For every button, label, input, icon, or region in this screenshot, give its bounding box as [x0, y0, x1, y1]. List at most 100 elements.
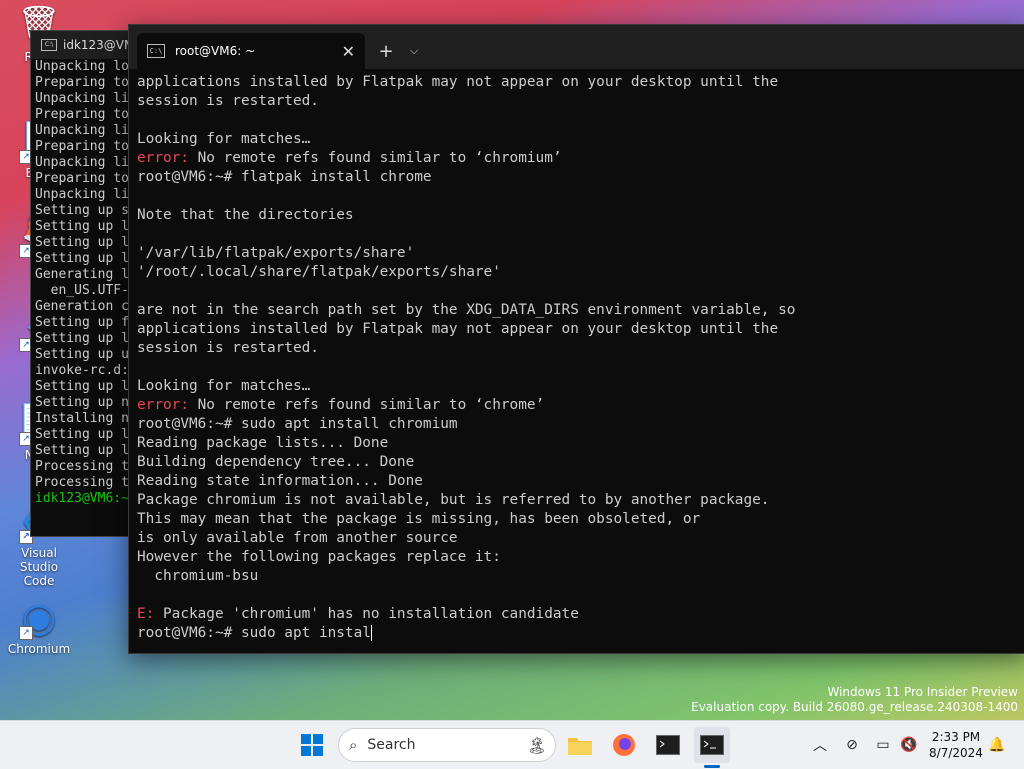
- terminal-line: session is restarted.: [137, 339, 1024, 358]
- terminal-line-text: is only available from another source: [137, 530, 458, 546]
- notification-button[interactable]: 🔔: [986, 727, 1008, 763]
- terminal-line-text: [137, 112, 146, 128]
- watermark-line-2: Evaluation copy. Build 26080.ge_release.…: [691, 700, 1018, 714]
- terminal-line: This may mean that the package is missin…: [137, 510, 1024, 529]
- folder-icon: [568, 738, 592, 755]
- terminal-line: Note that the directories: [137, 206, 1024, 225]
- terminal-line: Package chromium is not available, but i…: [137, 491, 1024, 510]
- terminal-line: root@VM6:~# flatpak install chrome: [137, 168, 1024, 187]
- taskbar-search-box[interactable]: ⌕ Search 🏝: [338, 728, 556, 762]
- shortcut-arrow-icon: ↗: [19, 626, 33, 640]
- terminal-line: is only available from another source: [137, 529, 1024, 548]
- firefox-icon: [613, 734, 635, 756]
- terminal-line-text: [137, 587, 146, 603]
- terminal-line: However the following packages replace i…: [137, 548, 1024, 567]
- desktop-icon-label: Visual Studio Code: [19, 546, 59, 588]
- terminal-line-text: No remote refs found similar to ‘chrome’: [188, 397, 545, 413]
- terminal-line-text: Looking for matches…: [137, 131, 311, 147]
- terminal-line-text: Reading package lists... Done: [137, 435, 389, 451]
- terminal-line: [137, 225, 1024, 244]
- tab-dropdown-button[interactable]: ⌵: [403, 33, 425, 69]
- windows-watermark: Windows 11 Pro Insider Preview Evaluatio…: [691, 685, 1018, 715]
- terminal-line-text: chromium-bsu: [137, 568, 259, 584]
- error-prefix: error:: [137, 150, 189, 166]
- new-tab-button[interactable]: +: [369, 33, 403, 69]
- terminal-line: Building dependency tree... Done: [137, 453, 1024, 472]
- volume-muted-icon: 🔇: [900, 737, 918, 753]
- terminal-icon: [656, 735, 680, 755]
- terminal-line-text: [137, 188, 146, 204]
- terminal-output[interactable]: applications installed by Flatpak may no…: [129, 69, 1024, 643]
- taskbar-firefox[interactable]: [606, 727, 642, 763]
- terminal-line: Looking for matches…: [137, 377, 1024, 396]
- terminal-line: root@VM6:~# sudo apt install chromium: [137, 415, 1024, 434]
- terminal-line: [137, 586, 1024, 605]
- terminal-line: [137, 358, 1024, 377]
- terminal-line-text: Building dependency tree... Done: [137, 454, 415, 470]
- terminal-line-text: root@VM6:~# sudo apt install chromium: [137, 416, 458, 432]
- terminal-line-text: applications installed by Flatpak may no…: [137, 321, 779, 337]
- network-icon: ▭: [876, 737, 890, 753]
- terminal-line-text: [137, 283, 146, 299]
- terminal-line-text: session is restarted.: [137, 93, 319, 109]
- terminal-line-text: However the following packages replace i…: [137, 549, 501, 565]
- terminal-line: error: No remote refs found similar to ‘…: [137, 396, 1024, 415]
- text-cursor: [370, 625, 372, 641]
- terminal-line-text: applications installed by Flatpak may no…: [137, 74, 779, 90]
- windows-logo-icon: [301, 734, 323, 756]
- terminal-line-text: session is restarted.: [137, 340, 319, 356]
- search-icon: ⌕: [349, 736, 358, 754]
- error-prefix: error:: [137, 397, 189, 413]
- terminal-line: Reading package lists... Done: [137, 434, 1024, 453]
- tray-network[interactable]: ▭: [872, 727, 894, 763]
- terminal-line: are not in the search path set by the XD…: [137, 301, 1024, 320]
- desktop-icon-label: Chromium: [7, 642, 71, 656]
- terminal-line: applications installed by Flatpak may no…: [137, 320, 1024, 339]
- terminal-icon: [700, 735, 724, 755]
- watermark-line-1: Windows 11 Pro Insider Preview: [827, 685, 1018, 699]
- chromium-icon: ◉ ↗: [17, 596, 61, 640]
- terminal-line-text: This may mean that the package is missin…: [137, 511, 701, 527]
- clock-date: 8/7/2024: [929, 746, 983, 760]
- terminal-line: [137, 187, 1024, 206]
- terminal-line: [137, 111, 1024, 130]
- error-prefix: E:: [137, 606, 155, 622]
- search-highlight-icon: 🏝: [526, 735, 547, 755]
- terminal-line-text: No remote refs found similar to ‘chromiu…: [188, 150, 562, 166]
- taskbar-terminal-1[interactable]: [650, 727, 686, 763]
- terminal-line: applications installed by Flatpak may no…: [137, 73, 1024, 92]
- terminal-line-text: '/root/.local/share/flatpak/exports/shar…: [137, 264, 501, 280]
- tab-root-vm6[interactable]: C:\ root@VM6: ~ ✕: [137, 33, 365, 69]
- terminal-line-text: Note that the directories: [137, 207, 354, 223]
- taskbar: ⌕ Search 🏝 ︿ ⊘ ▭ 🔇 2:33 PM 8/7/2024 🔔: [0, 720, 1024, 769]
- terminal-line: chromium-bsu: [137, 567, 1024, 586]
- terminal-line: error: No remote refs found similar to ‘…: [137, 149, 1024, 168]
- terminal-line: '/root/.local/share/flatpak/exports/shar…: [137, 263, 1024, 282]
- close-tab-icon[interactable]: ✕: [342, 42, 355, 61]
- terminal-line: E: Package 'chromium' has no installatio…: [137, 605, 1024, 624]
- terminal-line-text: [137, 359, 146, 375]
- taskbar-file-explorer[interactable]: [562, 727, 598, 763]
- terminal-window[interactable]: C:\ root@VM6: ~ ✕ + ⌵ applications insta…: [128, 24, 1024, 654]
- terminal-current-input: root@VM6:~# sudo apt instal: [137, 625, 371, 641]
- desktop-icon-chromium[interactable]: ◉ ↗ Chromium: [4, 596, 74, 656]
- terminal-line-text: [137, 226, 146, 242]
- terminal-line: session is restarted.: [137, 92, 1024, 111]
- terminal-input-line[interactable]: root@VM6:~# sudo apt instal: [137, 624, 1024, 643]
- start-button[interactable]: [294, 727, 330, 763]
- tab-title: root@VM6: ~: [175, 44, 256, 58]
- terminal-line-text: Package chromium is not available, but i…: [137, 492, 770, 508]
- terminal-icon: C:\: [147, 44, 165, 58]
- chevron-up-icon: ︿: [813, 738, 827, 754]
- terminal-line-text: '/var/lib/flatpak/exports/share': [137, 245, 415, 261]
- terminal-line-text: are not in the search path set by the XD…: [137, 302, 796, 318]
- show-hidden-icons-button[interactable]: ︿: [810, 727, 830, 763]
- taskbar-clock[interactable]: 2:33 PM 8/7/2024: [928, 729, 984, 761]
- taskbar-terminal-2[interactable]: [694, 727, 730, 763]
- terminal-line-text: root@VM6:~# flatpak install chrome: [137, 169, 432, 185]
- camera-off-icon: ⊘: [846, 737, 858, 753]
- terminal-line: Reading state information... Done: [137, 472, 1024, 491]
- tray-volume[interactable]: 🔇: [898, 727, 920, 763]
- tray-camera[interactable]: ⊘: [840, 727, 864, 763]
- terminal-icon: C:\: [41, 39, 57, 51]
